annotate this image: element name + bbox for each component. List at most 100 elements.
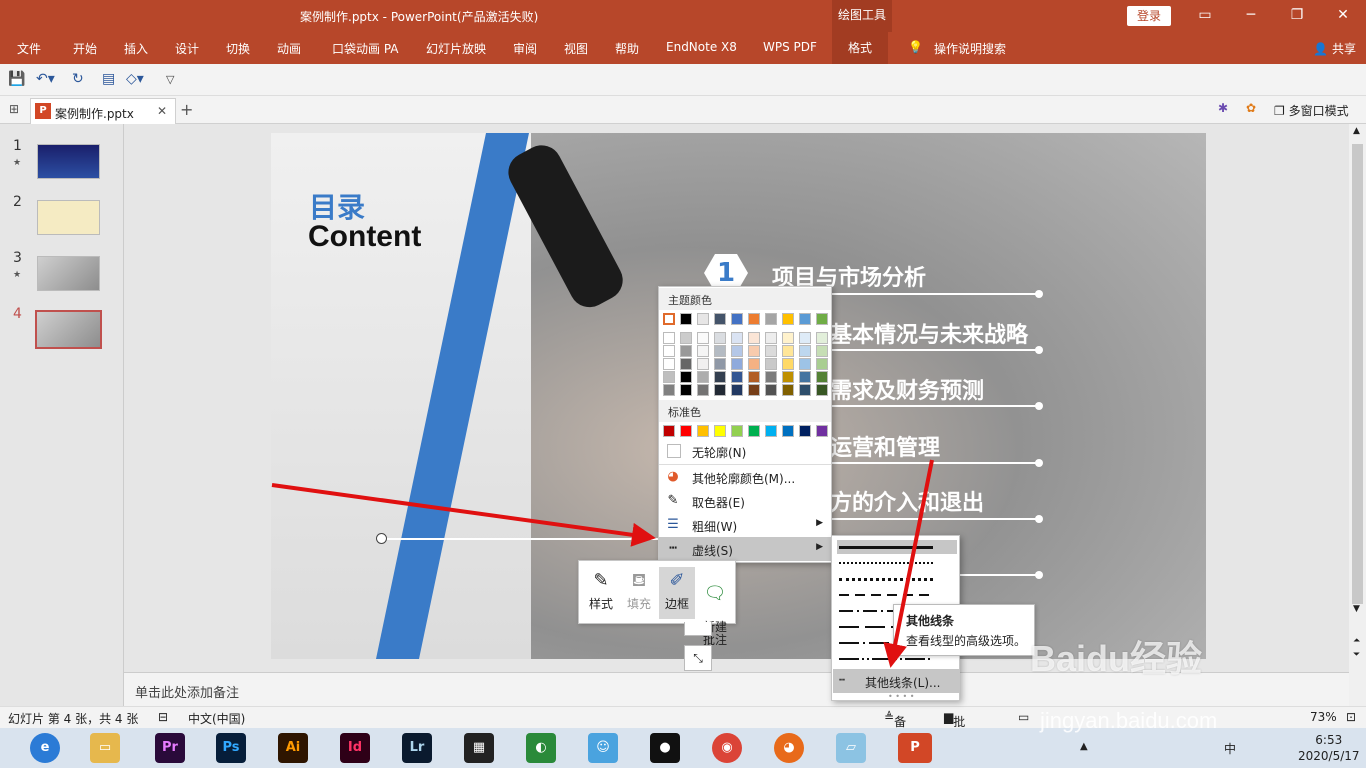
qq-icon[interactable]: ●: [650, 733, 680, 763]
dash-item[interactable]: ┅ 虚线(S) ▶: [659, 537, 831, 561]
redo-icon[interactable]: ↻: [72, 71, 84, 87]
theme-color-swatch[interactable]: [697, 345, 709, 357]
app-icon[interactable]: ◕: [774, 733, 804, 763]
indesign-icon[interactable]: Id: [340, 733, 370, 763]
undo-icon[interactable]: ↶▾: [36, 71, 55, 87]
theme-color-swatch[interactable]: [714, 384, 726, 396]
theme-color-swatch[interactable]: [697, 313, 709, 325]
theme-color-swatch[interactable]: [782, 371, 794, 383]
layout-options-button[interactable]: [684, 622, 712, 636]
tray-expand-icon[interactable]: ▲: [1080, 741, 1088, 752]
theme-color-swatch[interactable]: [663, 358, 675, 370]
tab-design[interactable]: 设计: [175, 40, 199, 57]
fit-slide-icon[interactable]: ⊡: [1346, 710, 1356, 724]
standard-color-swatch[interactable]: [765, 425, 777, 437]
premiere-icon[interactable]: Pr: [155, 733, 185, 763]
tab-slideshow[interactable]: 幻灯片放映: [426, 40, 486, 57]
shapes-icon[interactable]: ◇▾: [126, 71, 144, 87]
theme-color-swatch[interactable]: [765, 358, 777, 370]
lightroom-icon[interactable]: Lr: [402, 733, 432, 763]
theme-color-swatch[interactable]: [816, 358, 828, 370]
new-tab-icon[interactable]: +: [180, 100, 193, 119]
file-explorer-icon[interactable]: ▭: [90, 733, 120, 763]
ribbon-display-icon[interactable]: ▭: [1182, 0, 1228, 32]
zoom-level[interactable]: 73%: [1310, 710, 1337, 724]
theme-color-swatch[interactable]: [816, 384, 828, 396]
theme-color-swatch[interactable]: [731, 332, 743, 344]
browser-icon[interactable]: e: [30, 733, 60, 763]
multi-window-button[interactable]: ❐ 多窗口模式: [1274, 102, 1349, 119]
clock[interactable]: 6:53 2020/5/17: [1298, 732, 1360, 764]
search-tell-me[interactable]: 操作说明搜索: [934, 40, 1006, 57]
border-button[interactable]: ✐ 边框: [659, 567, 695, 619]
theme-color-swatch[interactable]: [816, 332, 828, 344]
tab-view[interactable]: 视图: [564, 40, 588, 57]
theme-color-swatch[interactable]: [748, 345, 760, 357]
theme-color-swatch[interactable]: [680, 384, 692, 396]
slide-thumbnail-3[interactable]: [37, 256, 100, 291]
standard-color-swatch[interactable]: [680, 425, 692, 437]
theme-color-swatch[interactable]: [799, 345, 811, 357]
customize-qat-icon[interactable]: ▽: [166, 73, 174, 86]
login-button[interactable]: 登录: [1127, 6, 1171, 26]
music-app-icon[interactable]: ◐: [526, 733, 556, 763]
save-icon[interactable]: 💾: [8, 71, 25, 87]
standard-color-swatch[interactable]: [816, 425, 828, 437]
theme-color-swatch[interactable]: [748, 384, 760, 396]
restore-icon[interactable]: ❐: [1274, 0, 1320, 32]
skin-icon[interactable]: ✱: [1218, 101, 1228, 115]
theme-color-swatch[interactable]: [765, 313, 777, 325]
normal-view-icon[interactable]: ▭: [1018, 710, 1029, 724]
theme-color-swatch[interactable]: [697, 332, 709, 344]
theme-color-swatch[interactable]: [731, 345, 743, 357]
scroll-up-icon[interactable]: ▲: [1353, 126, 1360, 136]
tab-review[interactable]: 审阅: [513, 40, 537, 57]
theme-color-swatch[interactable]: [697, 384, 709, 396]
close-icon[interactable]: ✕: [1320, 0, 1366, 32]
theme-color-swatch[interactable]: [816, 313, 828, 325]
comments-toggle[interactable]: ▆ 批注: [944, 710, 965, 746]
tab-endnote[interactable]: EndNote X8: [666, 40, 737, 54]
theme-color-swatch[interactable]: [680, 345, 692, 357]
theme-color-swatch[interactable]: [799, 332, 811, 344]
tab-pocket-animation[interactable]: 口袋动画 PA: [332, 40, 399, 57]
theme-color-swatch[interactable]: [680, 332, 692, 344]
next-slide-icon[interactable]: ⏷: [1353, 650, 1360, 660]
theme-color-swatch[interactable]: [782, 358, 794, 370]
theme-color-swatch[interactable]: [731, 384, 743, 396]
powerpoint-taskbar-icon[interactable]: P: [898, 733, 932, 763]
close-tab-icon[interactable]: ✕: [157, 104, 167, 118]
scroll-thumb[interactable]: [1352, 144, 1363, 604]
slide-thumbnail-4[interactable]: [35, 310, 102, 349]
tab-transitions[interactable]: 切换: [226, 40, 250, 57]
tab-wps-pdf[interactable]: WPS PDF: [763, 40, 817, 54]
share-button[interactable]: 👤 共享: [1313, 40, 1356, 57]
style-button[interactable]: ✎ 样式: [583, 567, 619, 619]
tab-help[interactable]: 帮助: [615, 40, 639, 57]
theme-color-swatch[interactable]: [714, 332, 726, 344]
theme-color-swatch[interactable]: [663, 313, 675, 325]
weight-item[interactable]: ☰ 粗细(W) ▶: [659, 513, 831, 537]
scroll-down-icon[interactable]: ▼: [1353, 604, 1360, 614]
theme-color-swatch[interactable]: [765, 384, 777, 396]
fill-button[interactable]: ⛾ 填充: [621, 567, 657, 619]
chat-app-icon[interactable]: ☺: [588, 733, 618, 763]
tab-format[interactable]: 格式: [832, 32, 889, 64]
slide-thumbnail-2[interactable]: [37, 200, 100, 235]
standard-color-swatch[interactable]: [663, 425, 675, 437]
new-comment-button[interactable]: 🗨 新建 批注: [697, 567, 733, 647]
theme-color-swatch[interactable]: [799, 313, 811, 325]
dash-square-dot[interactable]: [837, 572, 957, 586]
theme-color-swatch[interactable]: [731, 358, 743, 370]
tab-home[interactable]: 开始: [73, 40, 97, 57]
selected-line-shape[interactable]: [381, 538, 658, 540]
theme-color-swatch[interactable]: [714, 371, 726, 383]
tab-animations[interactable]: 动画: [277, 40, 301, 57]
theme-color-swatch[interactable]: [714, 358, 726, 370]
standard-color-swatch[interactable]: [731, 425, 743, 437]
chrome-icon[interactable]: ◉: [712, 733, 742, 763]
standard-color-swatch[interactable]: [782, 425, 794, 437]
dash-solid[interactable]: [837, 540, 957, 554]
slide-thumbnail-1[interactable]: [37, 144, 100, 179]
theme-color-swatch[interactable]: [782, 345, 794, 357]
